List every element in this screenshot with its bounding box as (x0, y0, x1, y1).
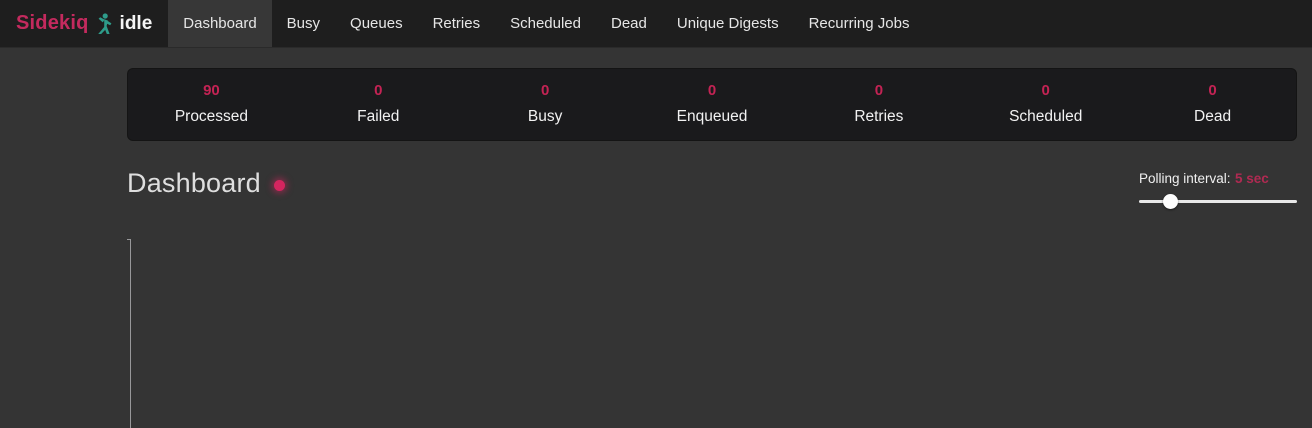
nav-item-busy[interactable]: Busy (272, 0, 335, 47)
sidekiq-ninja-icon (96, 13, 113, 35)
stat-scheduled-value: 0 (962, 82, 1129, 99)
live-beacon-icon (274, 180, 285, 191)
stat-scheduled-label: Scheduled (962, 108, 1129, 126)
stat-retries-label: Retries (795, 108, 962, 126)
page-title: Dashboard (127, 168, 261, 199)
nav-item-dead[interactable]: Dead (596, 0, 662, 47)
stat-processed-label: Processed (128, 108, 295, 126)
top-navbar: Sidekiq idle Dashboard Busy Queues Retri… (0, 0, 1312, 48)
brand-link[interactable]: Sidekiq idle (16, 0, 152, 47)
stat-dead-value: 0 (1129, 82, 1296, 99)
stat-enqueued[interactable]: 0 Enqueued (629, 82, 796, 126)
stat-failed-label: Failed (295, 108, 462, 126)
sidekiq-dashboard-page: Sidekiq idle Dashboard Busy Queues Retri… (0, 0, 1312, 428)
stat-busy-value: 0 (462, 82, 629, 99)
stat-dead[interactable]: 0 Dead (1129, 82, 1296, 126)
stat-enqueued-label: Enqueued (629, 108, 796, 126)
brand-status-text: idle (120, 13, 153, 35)
nav-item-dashboard[interactable]: Dashboard (168, 0, 271, 47)
nav-item-queues[interactable]: Queues (335, 0, 418, 47)
stat-scheduled[interactable]: 0 Scheduled (962, 82, 1129, 126)
polling-value: 5 sec (1235, 171, 1269, 186)
stat-busy[interactable]: 0 Busy (462, 82, 629, 126)
stat-busy-label: Busy (462, 108, 629, 126)
nav-item-recurring-jobs[interactable]: Recurring Jobs (794, 0, 925, 47)
nav-item-unique-digests[interactable]: Unique Digests (662, 0, 794, 47)
stat-retries-value: 0 (795, 82, 962, 99)
page-title-wrap: Dashboard (127, 168, 285, 199)
stat-processed[interactable]: 90 Processed (128, 82, 295, 126)
stat-retries[interactable]: 0 Retries (795, 82, 962, 126)
main-container: 90 Processed 0 Failed 0 Busy 0 Enqueued … (127, 68, 1297, 428)
polling-control: Polling interval: 5 sec (1139, 170, 1297, 209)
nav-links: Dashboard Busy Queues Retries Scheduled … (168, 0, 924, 47)
graph-y-axis (130, 239, 131, 428)
stat-processed-value: 90 (128, 82, 295, 99)
nav-item-scheduled[interactable]: Scheduled (495, 0, 596, 47)
stat-dead-label: Dead (1129, 108, 1296, 126)
stat-failed-value: 0 (295, 82, 462, 99)
polling-interval-slider[interactable] (1139, 194, 1297, 209)
polling-label: Polling interval: (1139, 171, 1231, 186)
brand-name: Sidekiq (16, 12, 89, 35)
realtime-graph (127, 239, 1297, 428)
page-header: Dashboard Polling interval: 5 sec (127, 168, 1297, 209)
stats-summary-bar: 90 Processed 0 Failed 0 Busy 0 Enqueued … (127, 68, 1297, 141)
nav-item-retries[interactable]: Retries (418, 0, 496, 47)
stat-failed[interactable]: 0 Failed (295, 82, 462, 126)
stat-enqueued-value: 0 (629, 82, 796, 99)
